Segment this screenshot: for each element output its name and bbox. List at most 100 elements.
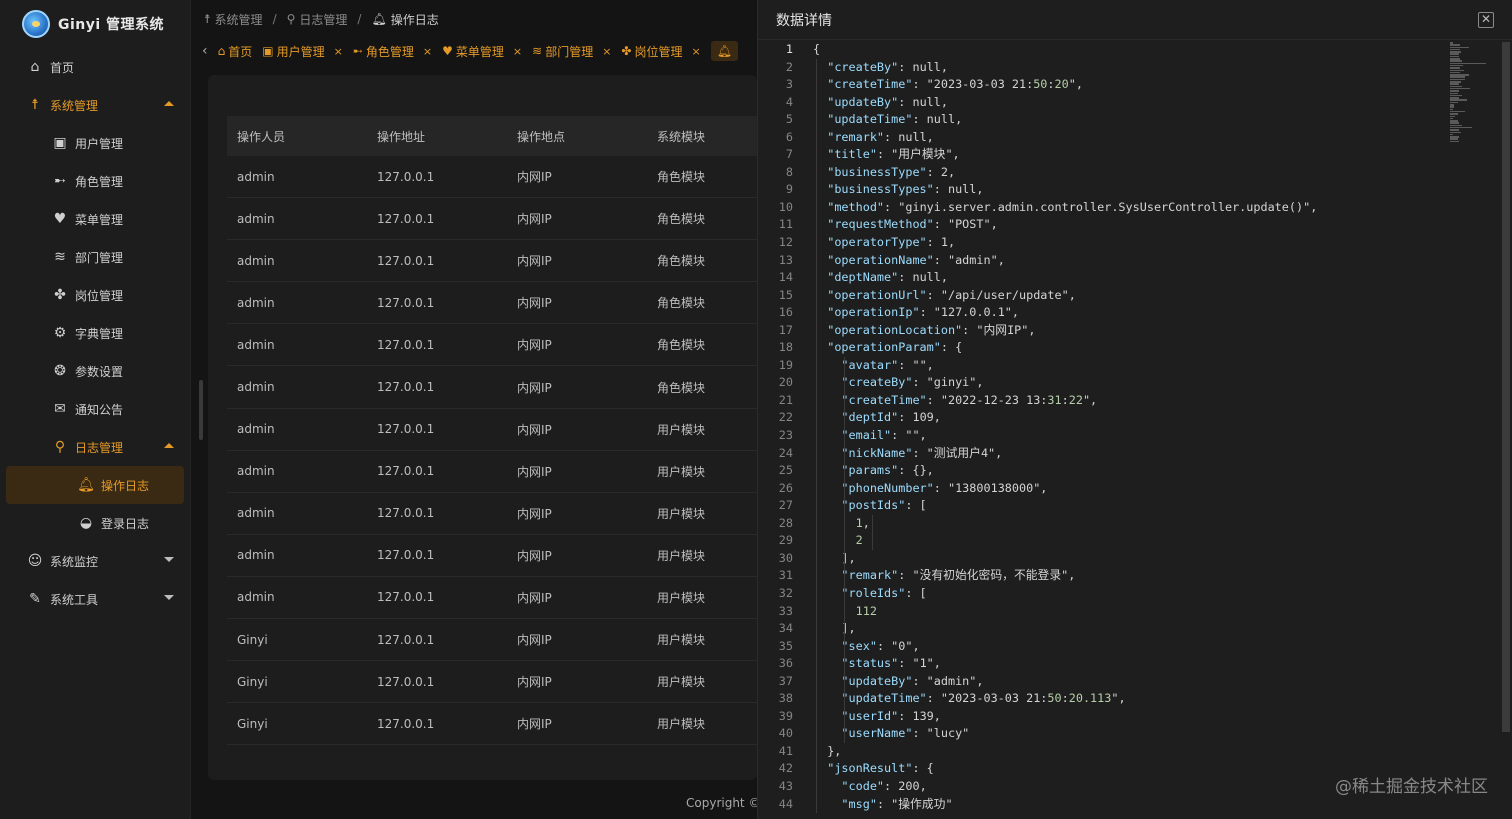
close-icon[interactable]: ✕: [1478, 12, 1494, 28]
sidebar-item[interactable]: ≋ 部门管理: [0, 238, 190, 276]
line-number: 19: [778, 357, 793, 372]
table-cell: 角色模块: [657, 254, 706, 269]
code-line: 38 "updateTime": "2023-03-03 21:50:20.11…: [758, 690, 1512, 708]
code-minimap[interactable]: [1450, 42, 1490, 143]
close-icon[interactable]: ×: [692, 45, 701, 58]
minimap-line: [1450, 124, 1462, 127]
breadcrumb-separator: /: [357, 12, 362, 26]
table-cell: 127.0.0.1: [377, 506, 435, 521]
code-text: "businessTypes": null,: [827, 182, 984, 197]
tab-home[interactable]: ⌂ 首页: [218, 43, 253, 60]
tab-dept[interactable]: ≋ 部门管理 ×: [532, 43, 611, 60]
breadcrumb-separator: /: [272, 12, 277, 26]
close-icon[interactable]: ×: [334, 45, 343, 58]
table-row[interactable]: admin 127.0.0.1 内网IP 用户模块: [227, 576, 757, 620]
table-row[interactable]: admin 127.0.0.1 内网IP 用户模块: [227, 408, 757, 451]
line-number: 41: [778, 743, 793, 758]
minimap-line: [1450, 97, 1459, 99]
sidebar-item[interactable]: ◒ 登录日志: [0, 504, 190, 542]
tab-menu[interactable]: ♥ 菜单管理 ×: [442, 43, 522, 60]
minimap-line: [1450, 44, 1460, 46]
minimap-line: [1450, 64, 1463, 67]
code-scrollbar[interactable]: [1502, 42, 1510, 732]
table-row[interactable]: admin 127.0.0.1 内网IP 用户模块: [227, 534, 757, 577]
code-line: 21 "createTime": "2022-12-23 13:31:22",: [758, 392, 1512, 410]
indent-guide: [872, 514, 873, 550]
close-icon[interactable]: ×: [513, 45, 522, 58]
sidebar-item[interactable]: ❂ 参数设置: [0, 352, 190, 390]
sidebar-item[interactable]: ✤ 岗位管理: [0, 276, 190, 314]
sidebar-scrollbar[interactable]: [199, 380, 203, 440]
chevron-down-icon: [164, 557, 174, 562]
table-row[interactable]: Ginyi 127.0.0.1 内网IP 用户模块: [227, 703, 757, 746]
breadcrumb-item[interactable]: ☨ 系统管理: [204, 11, 263, 28]
table-header: 操作人员 操作地址 操作地点 系统模块: [227, 116, 757, 156]
sidebar-item[interactable]: ⚙ 字典管理: [0, 314, 190, 352]
sidebar-item[interactable]: ✉ 通知公告: [0, 390, 190, 428]
sidebar-item[interactable]: ♥ 菜单管理: [0, 200, 190, 238]
table-cell: 127.0.0.1: [377, 337, 435, 352]
minimap-line: [1450, 74, 1469, 76]
code-text: "requestMethod": "POST",: [827, 217, 998, 232]
sidebar-item[interactable]: 🔔︎ 操作日志: [6, 466, 184, 504]
code-line: 26 "phoneNumber": "13800138000",: [758, 480, 1512, 498]
close-icon[interactable]: ×: [602, 45, 611, 58]
table-cell: 角色模块: [657, 170, 706, 185]
line-number: 35: [778, 638, 793, 653]
sidebar-item[interactable]: ✎ 系统工具: [0, 580, 190, 618]
brand[interactable]: Ginyi 管理系统: [0, 0, 190, 48]
gear-icon: ⚙: [53, 325, 67, 341]
minimap-line: [1450, 42, 1453, 44]
code-line: 4 "updateBy": null,: [758, 94, 1512, 112]
minimap-line: [1450, 87, 1470, 90]
minimap-line: [1450, 58, 1460, 60]
code-text: "updateBy": "admin",: [841, 673, 984, 688]
code-line: 12 "operatorType": 1,: [758, 234, 1512, 252]
close-icon[interactable]: ×: [423, 45, 432, 58]
table-row[interactable]: admin 127.0.0.1 内网IP 角色模块: [227, 366, 757, 409]
sidebar-item[interactable]: ☨ 系统管理: [0, 86, 190, 124]
tab-role[interactable]: ➸ 角色管理 ×: [353, 43, 432, 60]
code-text: 2: [855, 533, 863, 548]
sidebar-item[interactable]: ⌂ 首页: [0, 48, 190, 86]
code-line: 8 "businessType": 2,: [758, 164, 1512, 182]
chevron-left-icon[interactable]: ‹: [202, 43, 208, 59]
table-cell: 127.0.0.1: [377, 295, 435, 310]
sidebar-item[interactable]: ➸ 角色管理: [0, 162, 190, 200]
table-row[interactable]: admin 127.0.0.1 内网IP 角色模块: [227, 240, 757, 283]
table-row[interactable]: admin 127.0.0.1 内网IP 用户模块: [227, 450, 757, 493]
detail-drawer: 数据详情 ✕ 1{2 "createBy": null, 3 "createTim…: [757, 0, 1512, 819]
table-row[interactable]: Ginyi 127.0.0.1 内网IP 用户模块: [227, 661, 757, 704]
code-line: 20 "createBy": "ginyi",: [758, 374, 1512, 392]
line-number: 25: [778, 463, 793, 478]
sidebar-item-label: 系统监控: [50, 554, 99, 569]
breadcrumb-item[interactable]: ⚲ 日志管理: [287, 11, 348, 28]
table-row[interactable]: admin 127.0.0.1 内网IP 角色模块: [227, 282, 757, 325]
sidebar-item[interactable]: ▣ 用户管理: [0, 124, 190, 162]
minimap-line: [1450, 129, 1459, 131]
table-row[interactable]: admin 127.0.0.1 内网IP 角色模块: [227, 156, 757, 199]
tab-post[interactable]: ✤ 岗位管理 ×: [621, 43, 700, 60]
code-line: 30 ],: [758, 550, 1512, 568]
sidebar-item[interactable]: ⚲ 日志管理: [0, 428, 190, 466]
table-row[interactable]: admin 127.0.0.1 内网IP 用户模块: [227, 492, 757, 535]
table-row[interactable]: Ginyi 127.0.0.1 内网IP 用户模块: [227, 619, 757, 662]
code-line: 7 "title": "用户模块",: [758, 146, 1512, 164]
code-viewer[interactable]: 1{2 "createBy": null, 3 "createTime": "20…: [758, 41, 1512, 819]
table-row[interactable]: admin 127.0.0.1 内网IP 角色模块: [227, 324, 757, 367]
code-text: },: [813, 743, 842, 758]
code-text: "createBy": null,: [827, 59, 948, 74]
line-number: 32: [778, 585, 793, 600]
table-row[interactable]: admin 127.0.0.1 内网IP 角色模块: [227, 198, 757, 241]
table-cell: admin: [237, 169, 275, 184]
code-text: "userName": "lucy": [841, 726, 970, 741]
sidebar-item[interactable]: ☺ 系统监控: [0, 542, 190, 580]
tab-user[interactable]: ▣ 用户管理 ×: [262, 43, 343, 60]
line-number: 16: [778, 305, 793, 320]
tab-oplog[interactable]: 🔔︎: [710, 41, 738, 61]
code-line: 16 "operationIp": "127.0.0.1",: [758, 304, 1512, 322]
column-header: 操作地点: [517, 129, 566, 144]
table-cell: 127.0.0.1: [377, 548, 435, 563]
table-cell: 用户模块: [657, 717, 706, 732]
table-cell: 127.0.0.1: [377, 169, 435, 184]
